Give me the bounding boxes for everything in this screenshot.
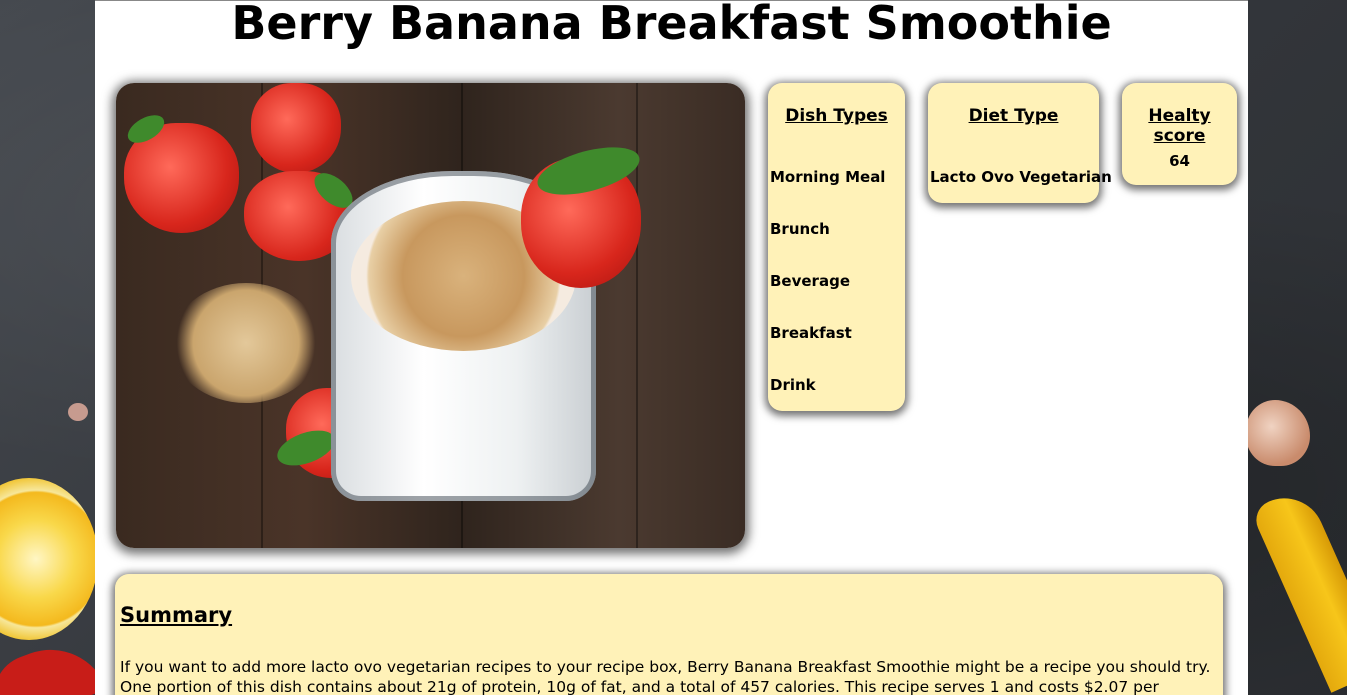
- recipe-detail-panel: Berry Banana Breakfast Smoothie Dish Typ…: [95, 0, 1248, 695]
- diet-type-card: Diet Type Lacto Ovo Vegetarian: [928, 83, 1112, 203]
- health-score-heading: Healty score: [1148, 106, 1211, 146]
- summary-heading: Summary: [120, 603, 233, 627]
- recipe-image: [116, 83, 745, 548]
- dish-types-heading: Dish Types: [785, 106, 888, 126]
- summary-card: Summary If you want to add more lacto ov…: [115, 574, 1223, 695]
- health-score-card: Healty score 64: [1122, 83, 1237, 185]
- diet-type-heading: Diet Type: [968, 106, 1059, 126]
- dish-type-item: Brunch: [770, 220, 830, 238]
- recipe-title: Berry Banana Breakfast Smoothie: [231, 0, 1112, 50]
- dish-type-item: Breakfast: [770, 324, 852, 342]
- dish-type-item: Morning Meal: [770, 168, 886, 186]
- health-score-value: 64: [1169, 152, 1190, 170]
- dish-types-card: Dish Types Morning Meal Brunch Beverage …: [768, 83, 905, 411]
- dish-type-item: Drink: [770, 376, 816, 394]
- garlic-decoration: [68, 403, 88, 421]
- dish-type-item: Beverage: [770, 272, 850, 290]
- diet-type-value: Lacto Ovo Vegetarian: [930, 168, 1112, 186]
- summary-text: If you want to add more lacto ovo vegeta…: [120, 658, 1211, 695]
